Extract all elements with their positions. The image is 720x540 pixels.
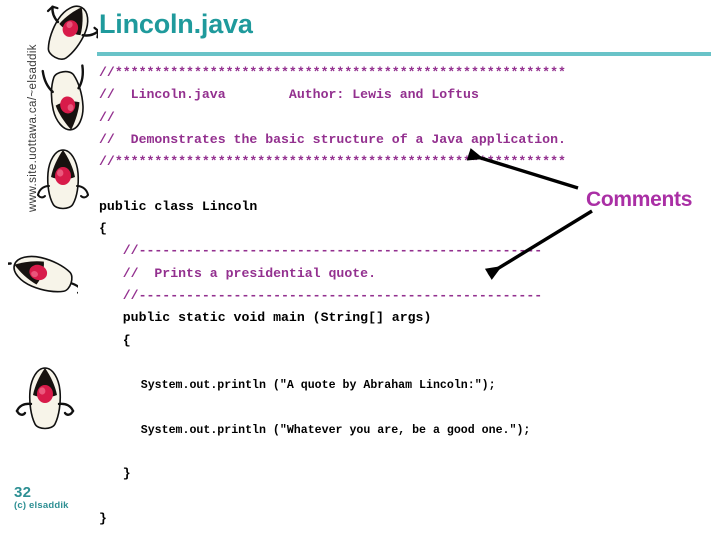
slide-credit: (c) elsaddik — [14, 500, 69, 511]
code-line: // Demonstrates the basic structure of a… — [99, 129, 714, 151]
code-line-text: { — [99, 221, 107, 237]
code-line-text: // Lincoln.java Author: Lewis and Loftus — [99, 87, 479, 103]
code-line-text: } — [99, 466, 131, 482]
slide-page-number: 32 — [14, 484, 32, 501]
code-line: //--------------------------------------… — [99, 285, 714, 307]
code-line-text: public static void main (String[] args) — [99, 310, 432, 326]
code-line: { — [99, 330, 714, 352]
code-line-text: System.out.println ("A quote by Abraham … — [99, 379, 496, 393]
code-line-text: //--------------------------------------… — [99, 287, 543, 303]
code-line: //**************************************… — [99, 151, 714, 173]
code-line: //**************************************… — [99, 62, 714, 84]
code-line-text: } — [99, 510, 107, 526]
code-line — [99, 441, 714, 463]
code-line-text: //**************************************… — [99, 154, 566, 170]
code-line-text: // — [99, 109, 115, 125]
code-line-text: { — [99, 332, 131, 348]
code-line: System.out.println ("A quote by Abraham … — [99, 374, 714, 396]
java-code-listing: //**************************************… — [99, 62, 714, 530]
code-line-text: // Demonstrates the basic structure of a… — [99, 131, 566, 147]
code-line: } — [99, 508, 714, 530]
java-duke-mascot-1 — [38, 0, 98, 68]
java-duke-mascot-2 — [36, 64, 98, 136]
java-duke-mascot-3 — [32, 142, 94, 216]
code-line — [99, 352, 714, 374]
code-line: { — [99, 218, 714, 240]
code-line — [99, 486, 714, 508]
sidebar: www.site.uottawa.ca/~elsaddik 32 (c) els… — [0, 0, 98, 540]
code-line — [99, 396, 714, 418]
annotation-label-comments: Comments — [586, 188, 693, 211]
java-duke-mascot-4 — [8, 236, 78, 312]
code-line-text: public class Lincoln — [99, 198, 258, 214]
code-line: // — [99, 107, 714, 129]
page-title: Lincoln.java — [99, 9, 253, 39]
title-underline-rule — [97, 52, 711, 56]
java-duke-mascot-5 — [10, 360, 80, 436]
code-line-text: System.out.println ("Whatever you are, b… — [99, 423, 531, 437]
code-line: } — [99, 463, 714, 485]
code-line-text: //**************************************… — [99, 65, 566, 80]
code-line: // Prints a presidential quote. — [99, 263, 714, 285]
code-line: System.out.println ("Whatever you are, b… — [99, 419, 714, 441]
code-line: // Lincoln.java Author: Lewis and Loftus — [99, 84, 714, 106]
code-line: public static void main (String[] args) — [99, 307, 714, 329]
code-line-text: //--------------------------------------… — [99, 243, 543, 259]
code-line-text: // Prints a presidential quote. — [99, 265, 376, 281]
code-line: //--------------------------------------… — [99, 240, 714, 262]
